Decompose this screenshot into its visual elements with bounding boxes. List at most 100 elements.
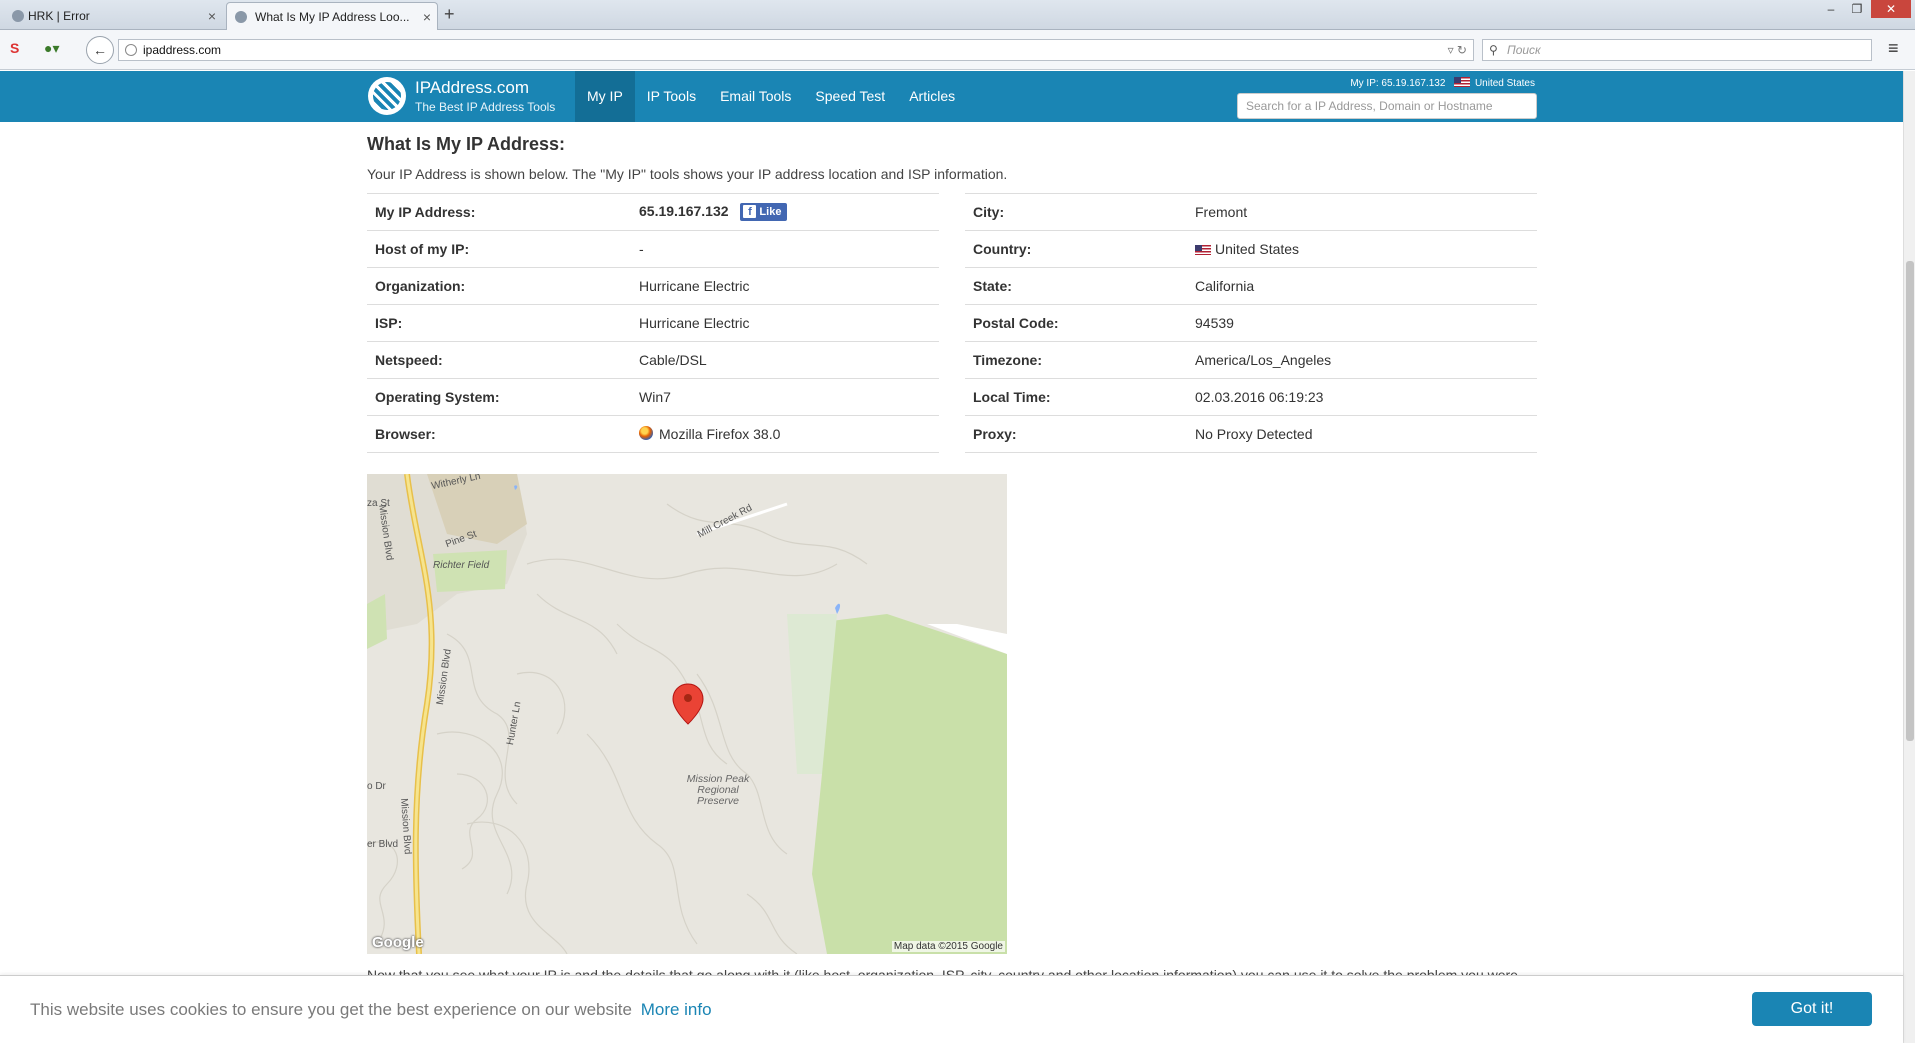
browser-value: Mozilla Firefox 38.0 [659,426,781,442]
location-details-table: City: Fremont Country: United States Sta… [965,193,1537,453]
google-logo[interactable]: Google [372,934,424,951]
row-value: America/Los_Angeles [1195,352,1332,368]
table-row: City: Fremont [965,194,1537,231]
site-search-input[interactable] [1237,93,1537,119]
table-row: Timezone: America/Los_Angeles [965,342,1537,379]
window-close-icon[interactable]: ✕ [1871,0,1911,18]
row-label: Browser: [375,426,436,442]
table-row: Netspeed: Cable/DSL [367,342,939,379]
nav-articles[interactable]: Articles [897,71,967,122]
search-placeholder: Поиск [1507,43,1541,57]
row-label: Local Time: [973,389,1051,405]
map-label-richter-field: Richter Field [433,560,490,571]
reload-icon[interactable]: ▿ ↻ [1448,40,1467,60]
row-label: Country: [973,241,1032,257]
cookie-text: This website uses cookies to ensure you … [30,1000,712,1020]
tab-favicon-icon [12,10,24,22]
nav-email-tools[interactable]: Email Tools [708,71,803,122]
row-label: Timezone: [973,352,1042,368]
row-label: My IP Address: [375,204,476,220]
map-label-o-dr: o Dr [367,781,386,792]
addon-menu-icon[interactable]: ●▾ [44,40,59,57]
address-bar[interactable]: ipaddress.com ▿ ↻ [118,39,1474,61]
row-label: ISP: [375,315,403,331]
browser-tab-bar: HRK | Error × What Is My IP Address Loo.… [0,0,1915,30]
scrollbar-thumb[interactable] [1906,261,1914,741]
row-label: Netspeed: [375,352,443,368]
row-label: Organization: [375,278,466,294]
row-value: - [639,241,644,257]
nav-ip-tools[interactable]: IP Tools [635,71,708,122]
new-tab-button[interactable]: + [444,4,455,25]
minimize-icon[interactable]: – [1819,0,1843,18]
hamburger-menu-icon[interactable]: ≡ [1888,38,1899,59]
nav-speed-test[interactable]: Speed Test [803,71,897,122]
close-icon[interactable]: × [208,2,216,30]
logo-tagline: The Best IP Address Tools [415,100,556,114]
facebook-icon: f [743,205,757,218]
firefox-icon [639,426,653,440]
browser-nav-bar: S ●▾ ← ipaddress.com ▿ ↻ ⚲ Поиск ≡ [0,30,1915,70]
url-text: ipaddress.com [143,43,222,57]
map-pin-icon [672,683,704,725]
tab-title: What Is My IP Address Loo... [255,10,410,24]
browser-search-bar[interactable]: ⚲ Поиск [1482,39,1872,61]
more-info-link[interactable]: More info [641,1000,712,1019]
intro-text: Your IP Address is shown below. The "My … [367,166,1008,182]
row-label: State: [973,278,1012,294]
row-value: 02.03.2016 06:19:23 [1195,389,1324,405]
search-icon: ⚲ [1489,43,1498,57]
row-value: Hurricane Electric [639,278,750,294]
us-flag-icon [1454,77,1471,87]
back-button[interactable]: ← [86,36,114,64]
table-row: Organization: Hurricane Electric [367,268,939,305]
table-row: State: California [965,268,1537,305]
fb-like-label: Like [759,206,782,218]
logo-globe-icon[interactable] [368,77,406,115]
row-value: Fremont [1195,204,1248,220]
restore-icon[interactable]: ❐ [1845,0,1869,18]
table-row: ISP: Hurricane Electric [367,305,939,342]
page-scrollbar[interactable] [1903,71,1915,1043]
browser-tab[interactable]: HRK | Error × [4,2,222,30]
row-value: Hurricane Electric [639,315,750,331]
header-country: United States [1474,78,1535,89]
got-it-button[interactable]: Got it! [1752,992,1872,1026]
row-value: Mozilla Firefox 38.0 [639,426,780,442]
main-nav: My IP IP Tools Email Tools Speed Test Ar… [575,71,967,122]
cookie-banner: This website uses cookies to ensure you … [0,975,1903,1043]
site-header: IPAddress.com The Best IP Address Tools … [0,71,1903,122]
cookie-message: This website uses cookies to ensure you … [30,1000,632,1019]
map-label-er-blvd: er Blvd [367,839,399,850]
header-my-ip-value: My IP: 65.19.167.132 [1350,78,1446,89]
nav-my-ip[interactable]: My IP [575,71,635,122]
row-value: United States [1195,241,1299,257]
globe-icon [125,44,137,56]
table-row: Browser: Mozilla Firefox 38.0 [367,416,939,453]
map-canvas [367,474,1007,954]
table-row: Country: United States [965,231,1537,268]
row-value: 65.19.167.132 f Like [639,203,788,221]
table-row: Proxy: No Proxy Detected [965,416,1537,453]
facebook-like-button[interactable]: f Like [740,203,788,221]
tab-title: HRK | Error [28,9,90,23]
page-title: What Is My IP Address: [367,134,566,154]
country-value: United States [1215,241,1300,257]
close-icon[interactable]: × [423,3,431,31]
table-row: Local Time: 02.03.2016 06:19:23 [965,379,1537,416]
browser-tab-active[interactable]: What Is My IP Address Loo... × [226,2,438,30]
tab-favicon-icon [235,11,247,23]
row-label: Operating System: [375,389,500,405]
table-row: Operating System: Win7 [367,379,939,416]
table-row: Host of my IP: - [367,231,939,268]
row-value: No Proxy Detected [1195,426,1313,442]
window-controls: – ❐ ✕ [1819,0,1911,20]
logo-title[interactable]: IPAddress.com [415,78,529,98]
row-value: 94539 [1195,315,1234,331]
header-my-ip: My IP: 65.19.167.132 United States [1350,77,1535,89]
row-label: Proxy: [973,426,1017,442]
map-credit[interactable]: Map data ©2015 Google [891,941,1005,952]
row-label: Host of my IP: [375,241,470,257]
location-map[interactable]: Witherly Ln za St Mission Blvd Pine St R… [367,474,1007,954]
addon-icon[interactable]: S [10,40,19,56]
